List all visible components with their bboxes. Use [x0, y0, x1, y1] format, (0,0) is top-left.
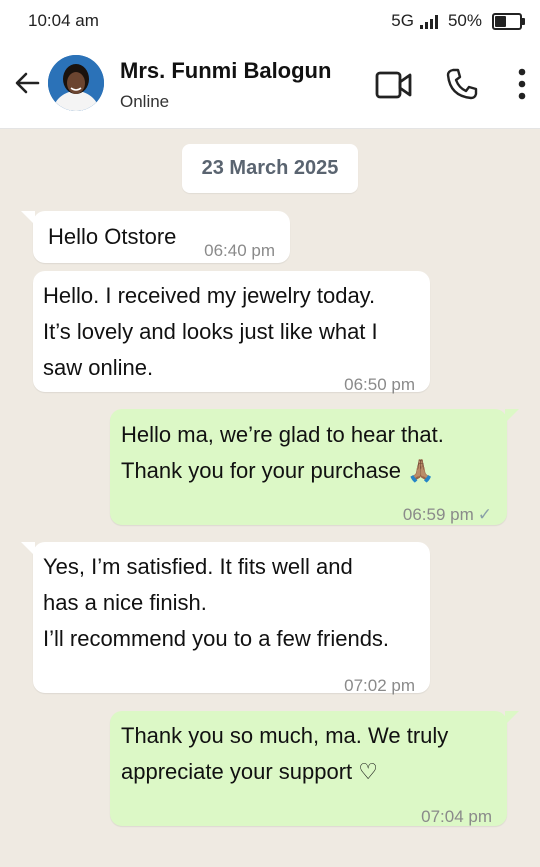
more-options-icon[interactable] [516, 68, 528, 100]
message-time: 07:02 pm [344, 676, 415, 695]
status-time: 10:04 am [28, 11, 99, 30]
message-text: Hello Otstore [48, 224, 177, 249]
chat-header: Mrs. Funmi Balogun Online [0, 40, 540, 129]
message-text: Hello ma, we’re glad to hear that. Thank… [121, 422, 444, 483]
contact-status: Online [120, 92, 170, 111]
status-indicators: 5G 50% [391, 11, 525, 31]
message-time: 07:04 pm [421, 807, 492, 826]
message-list[interactable]: 23 March 2025 Hello Otstore 06:40 pm Hel… [0, 129, 540, 867]
sent-check-icon: ✓ [477, 505, 492, 524]
signal-icon [419, 13, 438, 29]
message-time-text: 06:59 pm [402, 505, 474, 524]
voice-call-icon[interactable] [445, 67, 479, 101]
message-bubble-incoming[interactable]: Hello. I received my jewelry today. It’s… [33, 271, 430, 394]
date-divider: 23 March 2025 [182, 144, 358, 193]
message-bubble-outgoing[interactable]: Thank you so much, ma. We truly apprecia… [110, 711, 519, 826]
message-text: Hello. I received my jewelry today. It’s… [43, 283, 378, 380]
video-call-icon[interactable] [375, 70, 413, 100]
network-type: 5G [391, 11, 414, 30]
message-time: 06:50 pm [344, 375, 415, 394]
message-text: Thank you so much, ma. We truly apprecia… [121, 723, 449, 784]
avatar[interactable] [48, 55, 104, 111]
message-bubble-incoming[interactable]: Yes, I’m satisfied. It fits well and has… [21, 542, 430, 695]
message-time: 06:40 pm [204, 241, 275, 260]
contact-name[interactable]: Mrs. Funmi Balogun [120, 58, 331, 84]
battery-percent: 50% [447, 11, 482, 30]
message-bubble-outgoing[interactable]: Hello ma, we’re glad to hear that. Thank… [110, 409, 519, 525]
message-text: Yes, I’m satisfied. It fits well and has… [43, 554, 390, 651]
status-bar: 10:04 am 5G 50% [0, 0, 540, 40]
message-time: 06:59 pm ✓ [403, 497, 492, 533]
battery-icon [492, 12, 525, 30]
message-bubble-incoming[interactable]: Hello Otstore 06:40 pm [21, 211, 290, 263]
back-arrow-icon[interactable] [12, 68, 42, 98]
